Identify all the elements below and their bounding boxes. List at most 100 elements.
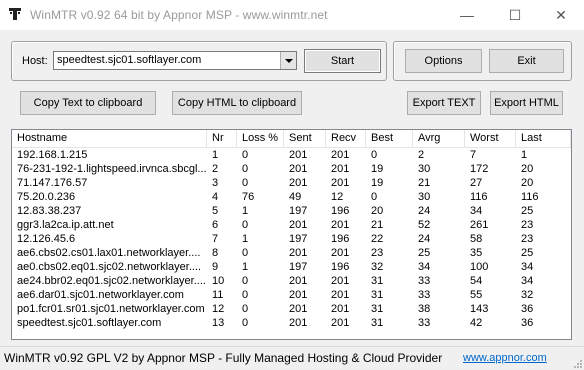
host-input-value[interactable]: speedtest.sjc01.softlayer.com bbox=[57, 54, 201, 66]
table-header: Hostname Nr Loss % Sent Recv Best Avrg Worst Las… bbox=[12, 130, 571, 148]
table-cell: 33 bbox=[418, 275, 431, 287]
table-cell: 0 bbox=[242, 275, 249, 287]
table-cell: 196 bbox=[331, 261, 350, 273]
table-cell: 0 bbox=[242, 219, 249, 231]
table-cell: 1 bbox=[212, 149, 219, 161]
table-cell: 32 bbox=[521, 289, 534, 301]
table-cell: 12.83.38.237 bbox=[17, 205, 82, 217]
table-cell: 201 bbox=[289, 177, 308, 189]
minimize-button[interactable]: — bbox=[444, 0, 490, 30]
table-row[interactable]: ae24.bbr02.eq01.sjc02.networklayer.... 10… bbox=[12, 274, 571, 288]
column-header[interactable]: Loss % bbox=[237, 130, 284, 147]
table-cell: speedtest.sjc01.softlayer.com bbox=[17, 317, 162, 329]
dropdown-arrow-icon[interactable] bbox=[280, 52, 296, 69]
table-row[interactable]: speedtest.sjc01.softlayer.com 13 0 201 201 31… bbox=[12, 316, 571, 330]
column-header[interactable]: Nr bbox=[207, 130, 237, 147]
table-cell: 21 bbox=[371, 219, 384, 231]
table-row[interactable]: po1.fcr01.sr01.sjc01.networklayer.com 12 0… bbox=[12, 302, 571, 316]
table-cell: 201 bbox=[289, 303, 308, 315]
table-cell: 24 bbox=[418, 233, 431, 245]
table-cell: 12.126.45.6 bbox=[17, 233, 76, 245]
table-cell: 116 bbox=[470, 191, 488, 203]
table-cell: 24 bbox=[418, 205, 431, 217]
table-cell: 30 bbox=[418, 191, 431, 203]
table-row[interactable]: ae0.cbs02.eq01.sjc02.networklayer.... 9 1 1… bbox=[12, 260, 571, 274]
results-table[interactable]: Hostname Nr Loss % Sent Recv Best Avrg Worst Las… bbox=[11, 129, 572, 340]
table-cell: 20 bbox=[371, 205, 384, 217]
table-cell: 201 bbox=[289, 163, 308, 175]
table-cell: 23 bbox=[371, 247, 384, 259]
table-cell: 197 bbox=[289, 233, 308, 245]
table-row[interactable]: ggr3.la2ca.ip.att.net 6 0 201 201 21 52 261 23 bbox=[12, 218, 571, 232]
status-bar: WinMTR v0.92 GPL V2 by Appnor MSP - Full… bbox=[0, 346, 584, 370]
table-row[interactable]: 75.20.0.236 4 76 49 12 0 30 116 116 bbox=[12, 190, 571, 204]
options-button[interactable]: Options bbox=[405, 49, 482, 73]
column-header[interactable]: Recv bbox=[326, 130, 366, 147]
table-cell: 34 bbox=[521, 275, 534, 287]
table-cell: 201 bbox=[331, 289, 350, 301]
table-cell: 55 bbox=[470, 289, 483, 301]
table-cell: 76-231-192-1.lightspeed.irvnca.sbcgl... bbox=[17, 163, 207, 175]
window-title: WinMTR v0.92 64 bit by Appnor MSP - www.… bbox=[30, 8, 328, 22]
table-cell: 192.168.1.215 bbox=[17, 149, 88, 161]
table-cell: 12 bbox=[212, 303, 225, 315]
table-cell: 33 bbox=[418, 289, 431, 301]
table-cell: 201 bbox=[331, 275, 350, 287]
table-row[interactable]: ae6.cbs02.cs01.lax01.networklayer.... 8 0 2… bbox=[12, 246, 571, 260]
table-cell: 38 bbox=[418, 303, 431, 315]
table-cell: 23 bbox=[521, 219, 534, 231]
app-icon bbox=[9, 8, 21, 20]
resize-grip-icon[interactable] bbox=[572, 358, 582, 368]
column-header[interactable]: Hostname bbox=[12, 130, 207, 147]
table-cell: 52 bbox=[418, 219, 431, 231]
table-cell: 31 bbox=[371, 317, 384, 329]
table-cell: 201 bbox=[289, 247, 308, 259]
table-cell: 196 bbox=[331, 205, 350, 217]
table-cell: 31 bbox=[371, 289, 384, 301]
table-cell: 58 bbox=[470, 233, 483, 245]
table-row[interactable]: ae6.dar01.sjc01.networklayer.com 11 0 201 20… bbox=[12, 288, 571, 302]
appnor-link[interactable]: www.appnor.com bbox=[463, 352, 547, 364]
table-cell: 201 bbox=[331, 163, 350, 175]
maximize-button[interactable]: ☐ bbox=[492, 0, 538, 30]
start-button[interactable]: Start bbox=[304, 49, 381, 73]
column-header[interactable]: Last bbox=[516, 130, 571, 147]
table-cell: 4 bbox=[212, 191, 219, 203]
table-cell: 0 bbox=[242, 289, 249, 301]
table-cell: 5 bbox=[212, 205, 219, 217]
close-button[interactable]: ✕ bbox=[538, 0, 584, 30]
table-cell: 2 bbox=[418, 149, 425, 161]
column-header[interactable]: Sent bbox=[284, 130, 326, 147]
table-cell: 143 bbox=[470, 303, 489, 315]
table-cell: 54 bbox=[470, 275, 483, 287]
copy-text-button[interactable]: Copy Text to clipboard bbox=[20, 91, 156, 115]
table-row[interactable]: 12.83.38.237 5 1 197 196 20 24 34 25 bbox=[12, 204, 571, 218]
table-cell: 201 bbox=[331, 247, 350, 259]
table-cell: 13 bbox=[212, 317, 225, 329]
table-cell: 21 bbox=[418, 177, 431, 189]
table-cell: 201 bbox=[331, 149, 350, 161]
title-bar: WinMTR v0.92 64 bit by Appnor MSP - www.… bbox=[0, 0, 584, 30]
table-cell: 0 bbox=[242, 177, 249, 189]
table-cell: 20 bbox=[521, 163, 534, 175]
table-row[interactable]: 192.168.1.215 1 0 201 201 0 2 7 1 bbox=[12, 148, 571, 162]
table-cell: 25 bbox=[521, 205, 534, 217]
table-cell: 76 bbox=[242, 191, 255, 203]
table-row[interactable]: 76-231-192-1.lightspeed.irvnca.sbcgl... 2… bbox=[12, 162, 571, 176]
column-header[interactable]: Avrg bbox=[413, 130, 465, 147]
table-cell: 36 bbox=[521, 317, 534, 329]
table-cell: 100 bbox=[470, 261, 489, 273]
table-cell: 75.20.0.236 bbox=[17, 191, 76, 203]
column-header[interactable]: Best bbox=[366, 130, 413, 147]
copy-html-button[interactable]: Copy HTML to clipboard bbox=[172, 91, 302, 115]
table-cell: 12 bbox=[331, 191, 344, 203]
table-cell: 201 bbox=[289, 289, 308, 301]
table-row[interactable]: 12.126.45.6 7 1 197 196 22 24 58 23 bbox=[12, 232, 571, 246]
column-header[interactable]: Worst bbox=[465, 130, 516, 147]
export-html-button[interactable]: Export HTML bbox=[490, 91, 563, 115]
table-row[interactable]: 71.147.176.57 3 0 201 201 19 21 27 20 bbox=[12, 176, 571, 190]
export-text-button[interactable]: Export TEXT bbox=[407, 91, 481, 115]
host-combobox[interactable]: speedtest.sjc01.softlayer.com bbox=[53, 51, 297, 70]
exit-button[interactable]: Exit bbox=[489, 49, 564, 73]
table-cell: 1 bbox=[242, 233, 249, 245]
